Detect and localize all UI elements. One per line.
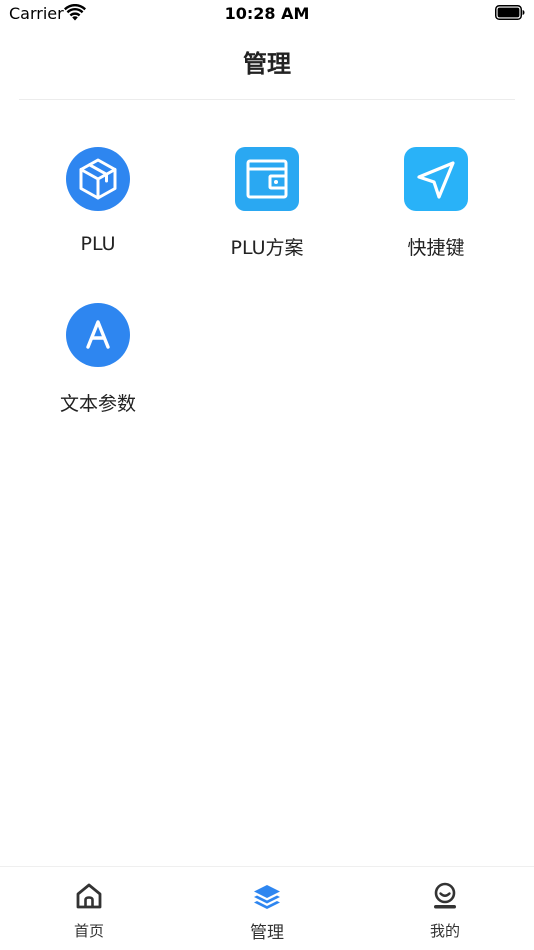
layers-icon <box>254 885 280 909</box>
tab-label: 管理 <box>250 923 284 943</box>
app-screen: Carrier 10:28 AM 管理 PLU PLU方案 快捷键 文本参数 首… <box>0 0 534 950</box>
home-icon <box>76 883 102 909</box>
menu-item-label: 文本参数 <box>59 393 136 415</box>
status-bar: Carrier 10:28 AM <box>0 0 534 30</box>
cube-icon <box>66 147 130 211</box>
nav-divider <box>19 99 515 100</box>
profile-icon <box>434 882 456 909</box>
tab-bar: 首页 管理 我的 <box>0 866 534 950</box>
menu-item-plu[interactable]: PLU <box>18 147 178 277</box>
tab-manage[interactable]: 管理 <box>178 867 356 950</box>
tab-home[interactable]: 首页 <box>0 867 178 950</box>
letter-a-icon <box>66 303 130 367</box>
menu-item-plu-scheme[interactable]: PLU方案 <box>187 147 347 277</box>
send-icon <box>404 147 468 211</box>
battery-icon <box>495 5 525 20</box>
status-time: 10:28 AM <box>224 4 310 23</box>
menu-item-shortcut[interactable]: 快捷键 <box>356 147 516 277</box>
tab-label: 我的 <box>429 922 460 940</box>
menu-item-label: 快捷键 <box>407 237 465 259</box>
tab-mine[interactable]: 我的 <box>356 867 534 950</box>
menu-item-label: PLU方案 <box>230 237 304 259</box>
tab-label: 首页 <box>73 922 104 940</box>
page-title: 管理 <box>243 50 291 78</box>
wallet-icon <box>235 147 299 211</box>
menu-item-label: PLU <box>80 233 116 255</box>
menu-item-text-params[interactable]: 文本参数 <box>18 303 178 433</box>
